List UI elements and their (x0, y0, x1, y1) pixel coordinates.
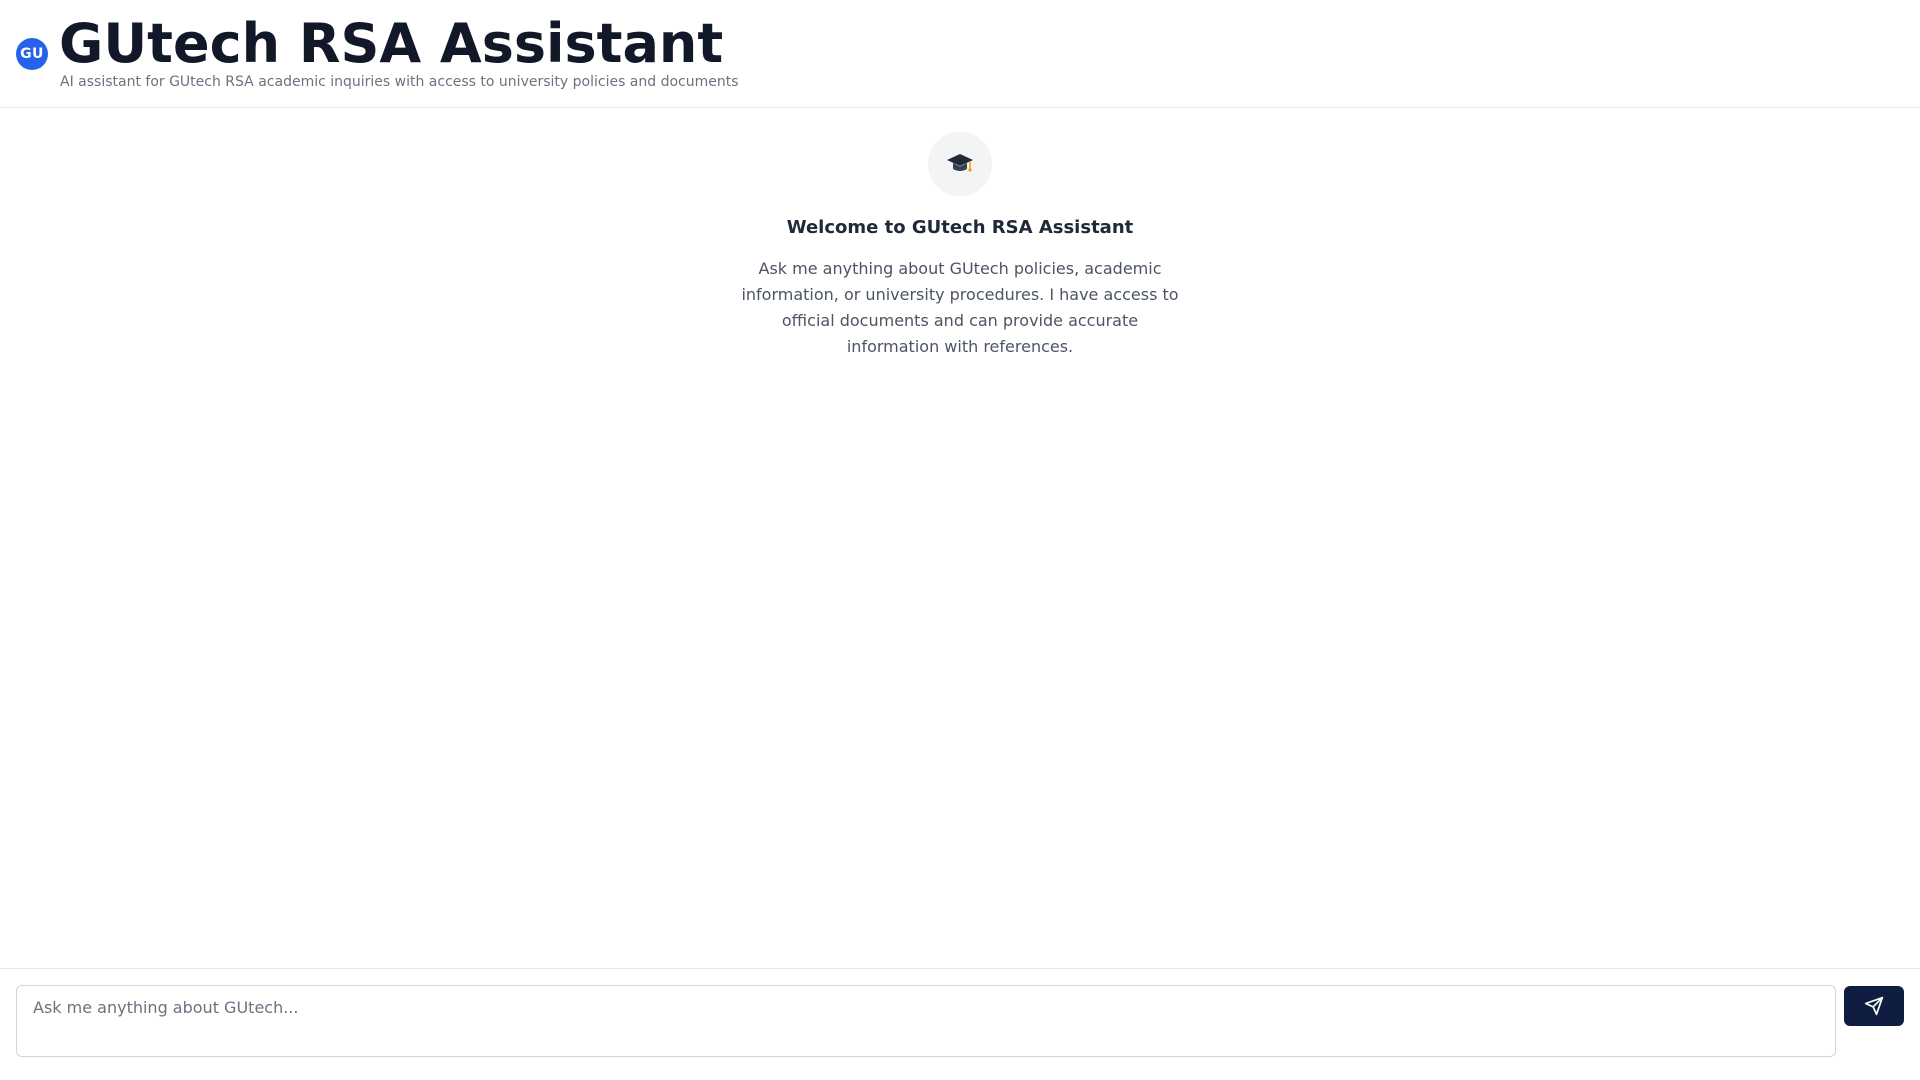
composer-bar (0, 968, 1920, 1080)
welcome-text: Ask me anything about GUtech policies, a… (741, 259, 1179, 356)
app-header: GU GUtech RSA Assistant AI assistant for… (0, 0, 1920, 108)
page-subtitle: AI assistant for GUtech RSA academic inq… (60, 74, 739, 90)
chat-app: GU GUtech RSA Assistant AI assistant for… (0, 0, 1920, 1080)
welcome-title: Welcome to GUtech RSA Assistant (786, 217, 1134, 238)
send-icon (1864, 996, 1884, 1016)
graduation-cap-icon-graphic (947, 154, 973, 172)
page-title: GUtech RSA Assistant (59, 12, 724, 75)
welcome-panel: Welcome to GUtech RSA Assistant Ask me a… (0, 132, 1920, 360)
send-button[interactable] (1844, 986, 1904, 1026)
graduation-cap-icon (928, 132, 992, 196)
avatar: GU (16, 38, 48, 70)
message-input[interactable] (16, 985, 1836, 1057)
